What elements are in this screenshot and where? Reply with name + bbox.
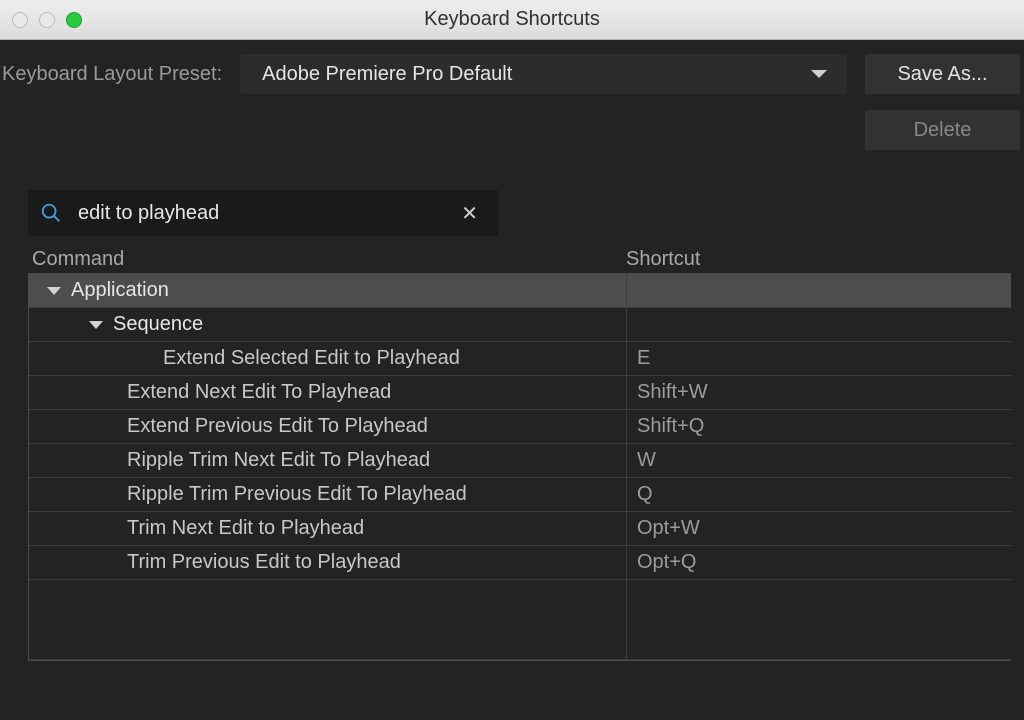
preset-dropdown[interactable]: Adobe Premiere Pro Default (240, 54, 847, 94)
tree-item[interactable]: Trim Previous Edit to Playhead Opt+Q (29, 546, 1011, 580)
shortcut-value[interactable]: Q (627, 478, 1011, 511)
window-title: Keyboard Shortcuts (0, 8, 1024, 31)
preset-label: Keyboard Layout Preset: (0, 63, 240, 86)
shortcut-value[interactable]: Opt+W (627, 512, 1011, 545)
traffic-lights (12, 12, 82, 28)
command-label: Trim Previous Edit to Playhead (127, 551, 401, 574)
command-header[interactable]: Command (28, 248, 626, 271)
clear-search-button[interactable]: ✕ (457, 197, 482, 230)
search-input[interactable] (78, 202, 457, 225)
search-icon (40, 202, 62, 224)
tree-subgroup-label: Sequence (113, 313, 203, 336)
tree-item[interactable]: Extend Next Edit To Playhead Shift+W (29, 376, 1011, 410)
command-label: Trim Next Edit to Playhead (127, 517, 364, 540)
tree-subgroup-sequence[interactable]: Sequence (29, 308, 1011, 342)
column-headers: Command Shortcut (28, 248, 1024, 271)
save-as-button[interactable]: Save As... (865, 54, 1020, 94)
window-titlebar: Keyboard Shortcuts (0, 0, 1024, 40)
tree-item[interactable]: Extend Selected Edit to Playhead E (29, 342, 1011, 376)
tree-empty-row (29, 580, 1011, 660)
command-label: Ripple Trim Previous Edit To Playhead (127, 483, 467, 506)
shortcut-value[interactable]: Opt+Q (627, 546, 1011, 579)
window-maximize-button[interactable] (66, 12, 82, 28)
tree-item[interactable]: Trim Next Edit to Playhead Opt+W (29, 512, 1011, 546)
shortcut-header[interactable]: Shortcut (626, 248, 1024, 271)
disclosure-triangle-icon[interactable] (89, 321, 103, 329)
chevron-down-icon (811, 70, 827, 78)
window-close-button[interactable] (12, 12, 28, 28)
shortcut-value[interactable]: Shift+Q (627, 410, 1011, 443)
command-label: Extend Next Edit To Playhead (127, 381, 391, 404)
delete-button[interactable]: Delete (865, 110, 1020, 150)
tree-group-application[interactable]: Application (29, 274, 1011, 308)
tree-item[interactable]: Ripple Trim Next Edit To Playhead W (29, 444, 1011, 478)
shortcut-tree: Application Sequence Extend Selected Edi… (28, 273, 1011, 661)
tree-item[interactable]: Ripple Trim Previous Edit To Playhead Q (29, 478, 1011, 512)
preset-dropdown-value: Adobe Premiere Pro Default (262, 63, 512, 86)
content-area: Keyboard Layout Preset: Adobe Premiere P… (0, 40, 1024, 661)
search-field[interactable]: ✕ (28, 190, 498, 236)
command-label: Ripple Trim Next Edit To Playhead (127, 449, 430, 472)
tree-item[interactable]: Extend Previous Edit To Playhead Shift+Q (29, 410, 1011, 444)
command-label: Extend Selected Edit to Playhead (163, 347, 460, 370)
window-minimize-button[interactable] (39, 12, 55, 28)
shortcut-value[interactable]: E (627, 342, 1011, 375)
disclosure-triangle-icon[interactable] (47, 287, 61, 295)
shortcut-value[interactable]: W (627, 444, 1011, 477)
tree-group-label: Application (71, 279, 169, 302)
shortcut-value[interactable]: Shift+W (627, 376, 1011, 409)
command-label: Extend Previous Edit To Playhead (127, 415, 428, 438)
